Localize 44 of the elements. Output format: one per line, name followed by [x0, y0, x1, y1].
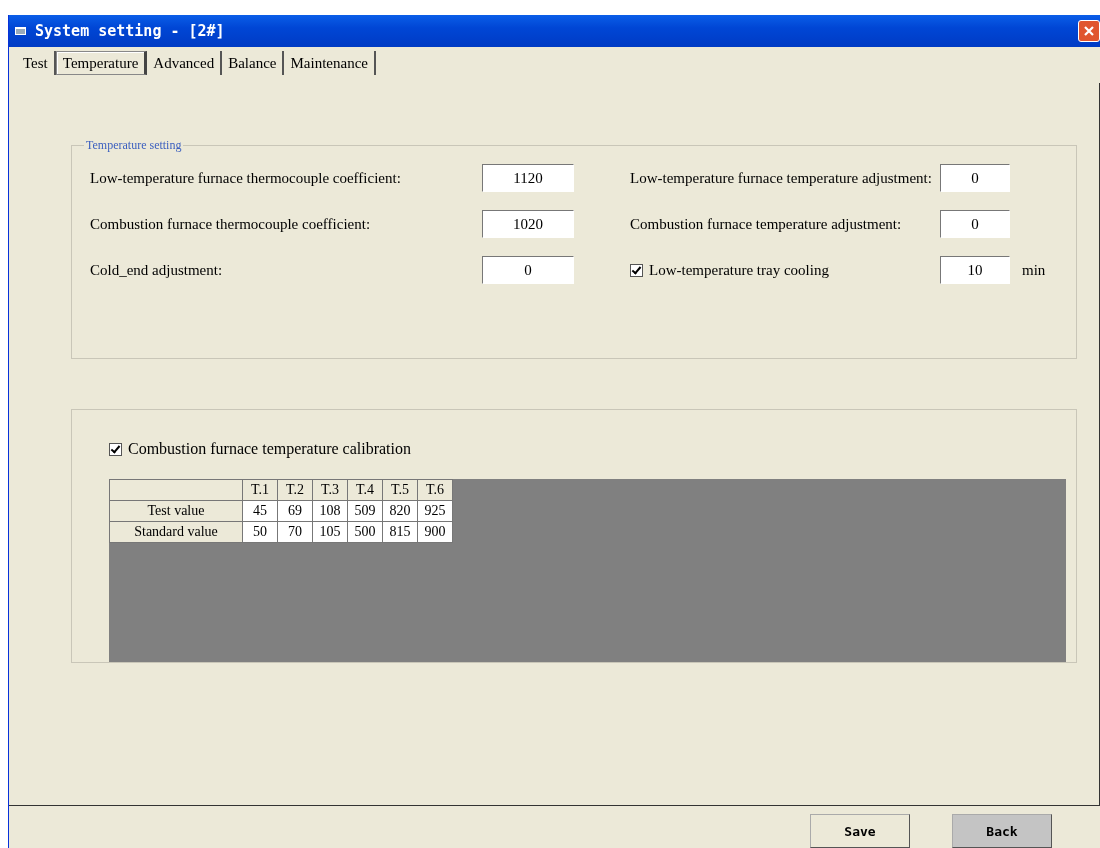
table-cell: 900 — [417, 521, 453, 543]
input-field[interactable]: 0 — [482, 256, 574, 284]
field-label: Combustion furnace temperature adjustment: — [630, 215, 903, 233]
checkbox[interactable] — [109, 442, 122, 456]
table-cell: 50 — [242, 521, 278, 543]
row-header: Test value — [109, 500, 243, 522]
table-cell: 45 — [242, 500, 278, 522]
unit-label: min — [1022, 261, 1046, 279]
input-field[interactable]: 1120 — [482, 164, 574, 192]
table-cell: 925 — [417, 500, 453, 522]
row-header: Standard value — [109, 521, 243, 543]
field-label: Combustion furnace thermocouple coefficient: — [90, 215, 372, 233]
table-cell: 509 — [347, 500, 383, 522]
column-header: T.1 — [242, 479, 278, 501]
close-icon — [1083, 25, 1095, 37]
window-title: System setting - [2#] — [35, 22, 225, 40]
checkbox-label: Low-temperature tray cooling — [649, 261, 829, 279]
column-header: T.3 — [312, 479, 348, 501]
input-field[interactable]: 1020 — [482, 210, 574, 238]
window-icon — [15, 26, 27, 36]
dialog-button[interactable]: Save — [810, 814, 910, 848]
table-cell: 69 — [277, 500, 313, 522]
table-cell: 500 — [347, 521, 383, 543]
table-cell: 70 — [277, 521, 313, 543]
close-button[interactable] — [1078, 20, 1100, 42]
column-header: T.2 — [277, 479, 313, 501]
input-field[interactable]: 10 — [940, 256, 1010, 284]
column-header: T.4 — [347, 479, 383, 501]
tab[interactable]: Temperature — [55, 51, 148, 75]
field-label: Low-temperature furnace temperature adjustment: — [630, 169, 933, 187]
checkbox[interactable] — [630, 263, 643, 277]
table-cell: 815 — [382, 521, 418, 543]
column-header: T.6 — [417, 479, 453, 501]
input-field[interactable]: 0 — [940, 164, 1010, 192]
table-cell: 820 — [382, 500, 418, 522]
column-header: T.5 — [382, 479, 418, 501]
group-title: Temperature setting — [84, 138, 184, 153]
table-cell: 105 — [312, 521, 348, 543]
dialog-button[interactable]: Back — [952, 814, 1052, 848]
checkbox-label: Combustion furnace temperature calibration — [128, 440, 411, 458]
table-cell: 108 — [312, 500, 348, 522]
field-label: Low-temperature furnace thermocouple coefficient: — [90, 169, 402, 187]
field-label: Cold_end adjustment: — [90, 261, 224, 279]
input-field[interactable]: 0 — [940, 210, 1010, 238]
